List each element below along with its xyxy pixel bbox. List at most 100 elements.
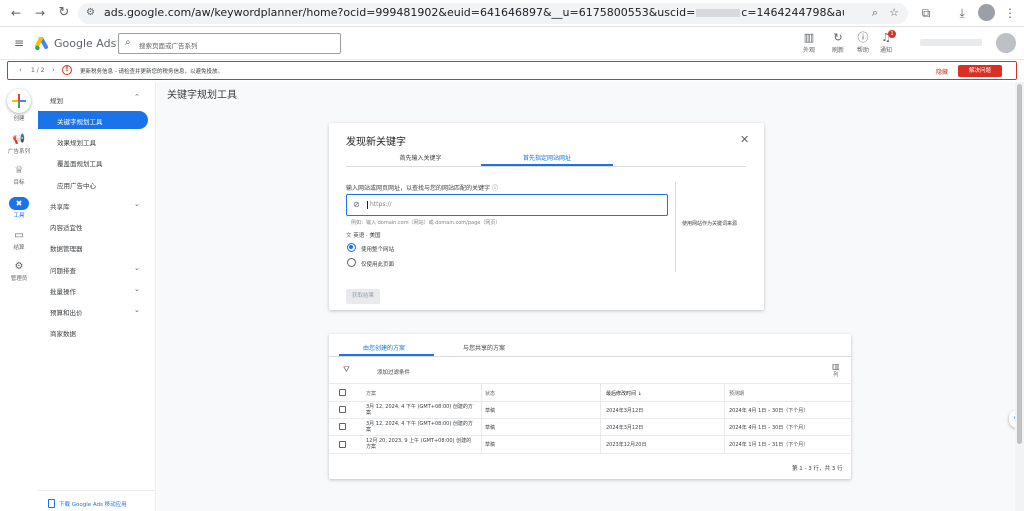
row-checkbox[interactable] [339,423,346,430]
forward-icon[interactable]: → [32,5,48,21]
plan-period: 2024年 4月 1日 – 30日（下个月） [729,408,809,414]
select-all-checkbox[interactable] [339,389,346,396]
plans-tab-divider [329,356,851,357]
columns-button[interactable]: ▥ 列 [832,363,840,379]
add-filter-button[interactable]: 添加过滤条件 [377,368,410,376]
sidebar-group-troubleshooting[interactable]: 问题排查 [50,265,76,275]
link-icon: ⊘ [353,200,360,209]
appearance-icon: ▥ [803,31,815,44]
plan-link[interactable]: 12月 20, 2023, 9 上午 (GMT+08:00) 创建的方案 [366,438,476,450]
tab-website[interactable]: 首先指定网站网址 [481,153,613,162]
search-box[interactable]: ⌕ 搜索页面或广告系列 [118,33,341,54]
back-icon[interactable]: ← [8,5,24,21]
radio-label: 仅使用此页面 [361,262,395,268]
language-location[interactable]: 文 英语 · 美国 [346,231,381,239]
help-icon[interactable]: ⓘ [492,185,498,192]
sidebar-item-app-ads-hub[interactable]: 应用广告中心 [57,180,96,190]
alert-next-icon[interactable]: › [52,66,55,74]
sidebar-group-bulk-actions[interactable]: 批量操作 [50,286,76,296]
zoom-icon[interactable]: ⌕ [872,6,878,20]
site-settings-icon[interactable]: ⚙ [86,7,95,18]
text-cursor [367,201,368,209]
tab-divider [346,166,746,167]
field-label: 输入网站或网页网址，以查找与您的网站匹配的关键字 ⓘ [346,185,498,192]
side-divider [675,182,676,272]
column-header-period[interactable]: 预测期 [729,390,744,397]
browser-menu-icon[interactable]: ⋮ [1002,5,1018,21]
chevron-down-icon[interactable]: ⌄ [134,200,140,208]
sidebar-item-label: 关键字规划工具 [57,118,103,126]
account-avatar[interactable] [996,33,1016,53]
plus-icon [12,94,26,108]
alert-fix-button[interactable]: 解决问题 [958,65,1002,77]
column-header-modified[interactable]: 最后修改时间 ↓ [606,390,642,397]
sidebar-item-performance-planner[interactable]: 效果规划工具 [57,137,96,147]
sidebar-group-business-data[interactable]: 商家数据 [50,328,76,338]
bookmark-star-icon[interactable]: ☆ [889,6,899,19]
help-button[interactable]: ⓘ 帮助 [851,32,875,55]
filter-icon[interactable]: ⛛ [343,365,350,375]
alert-bar: ‹ 1 / 2 › ! 更新税务信息 - 请检查并更新您的税务信息，以避免投放。… [7,61,1017,80]
rail-item-admin[interactable]: ⚙ 管理员 [2,261,36,282]
rail-item-campaigns[interactable]: 📢 广告系列 [2,134,36,155]
brand-name: Google Ads [54,37,117,50]
appearance-button[interactable]: ▥ 外观 [797,31,821,55]
plans-table: 方案 状态 最后修改时间 ↓ 预测期 3月 12, 2024, 4 下午 (GM… [329,383,851,454]
nav-rail: 创建 📢 广告系列 ♕ 目标 ✖ 工具 ▭ 结算 ⚙ 管理员 [0,82,38,511]
notifications-button[interactable]: ♫ 通知 1 [874,30,898,54]
get-results-button[interactable]: 获取结果 [346,289,380,304]
plan-link[interactable]: 3月 12, 2024, 4 下午 (GMT+08:00) 创建的方案 [366,421,476,433]
chevron-down-icon[interactable]: ⌄ [134,285,140,293]
rail-item-billing[interactable]: ▭ 结算 [2,230,36,251]
chevron-down-icon[interactable]: ⌄ [134,306,140,314]
megaphone-icon: 📢 [12,134,26,145]
google-ads-logo-icon [35,37,48,51]
translate-icon: 文 [346,233,352,239]
chevron-up-icon[interactable]: ⌃ [134,93,140,101]
address-bar[interactable]: ⚙ ads.google.com/aw/keywordplanner/home?… [78,3,908,24]
sidebar-group-data-manager[interactable]: 数据管理器 [50,243,83,253]
download-app-link[interactable]: 下载 Google Ads 移动应用 [59,500,127,508]
url-input[interactable]: ⊘ https:// [346,194,668,216]
arrow-down-icon: ↓ [637,391,642,397]
account-id [920,39,982,46]
tab-my-plans[interactable]: 由您创建的方案 [339,343,429,352]
close-icon[interactable]: ✕ [740,133,749,146]
url-hint: 例如：输入 domain.com（网站）或 domain.com/page（网页… [351,220,501,226]
radio-whole-site[interactable] [347,243,356,252]
page-title: 关键字规划工具 [167,90,237,101]
scrollbar-thumb[interactable] [1017,84,1022,444]
chevron-down-icon[interactable]: ⌄ [134,264,140,272]
sidebar-section-planning[interactable]: 规划 [50,95,63,105]
sidebar-group-budgets-bids[interactable]: 预算和出价 [50,307,83,317]
plan-link[interactable]: 3月 12, 2024, 4 下午 (GMT+08:00) 创建的方案 [366,404,476,416]
alert-pager: 1 / 2 [31,67,45,74]
url-text-end: c=1464244798&authuser=0&sf=kp&subid=... [741,6,844,19]
extensions-icon[interactable]: ⧉ [918,5,934,21]
sidebar-group-content-suitability[interactable]: 内容适宜性 [50,222,83,232]
row-checkbox[interactable] [339,441,346,448]
reload-icon[interactable]: ↻ [56,5,72,21]
column-header-plan[interactable]: 方案 [366,390,376,397]
tools-sidebar: 规划 ⌃ 关键字规划工具 效果规划工具 覆盖面规划工具 应用广告中心 共享库 ⌄… [38,82,156,511]
tab-keywords[interactable]: 首先输入关键字 [363,153,478,162]
menu-icon[interactable]: ≡ [14,37,24,49]
refresh-button[interactable]: ↻ 刷新 [826,32,850,55]
radio-this-page[interactable] [347,258,356,267]
sidebar-group-shared-library[interactable]: 共享库 [50,201,70,211]
sidebar-item-reach-planner[interactable]: 覆盖面规划工具 [57,158,103,168]
alert-prev-icon[interactable]: ‹ [19,66,22,74]
tab-shared-plans[interactable]: 与您共享的方案 [439,343,529,352]
create-button[interactable] [7,89,31,113]
rail-item-tools[interactable]: ✖ 工具 [2,197,36,219]
discover-keywords-card: 发现新关键字 ✕ 首先输入关键字 首先指定网站网址 输入网站或网页网址，以查找与… [329,123,764,310]
rail-item-goals[interactable]: ♕ 目标 [2,165,36,186]
scrollbar[interactable] [1015,82,1024,511]
profile-avatar[interactable] [978,4,995,21]
plan-status: 草稿 [485,425,496,431]
alert-dismiss-button[interactable]: 隐藏 [936,67,948,76]
row-checkbox[interactable] [339,406,346,413]
download-icon[interactable]: ⤓ [954,5,970,21]
mobile-phone-icon [48,499,55,508]
column-header-status[interactable]: 状态 [485,390,495,397]
